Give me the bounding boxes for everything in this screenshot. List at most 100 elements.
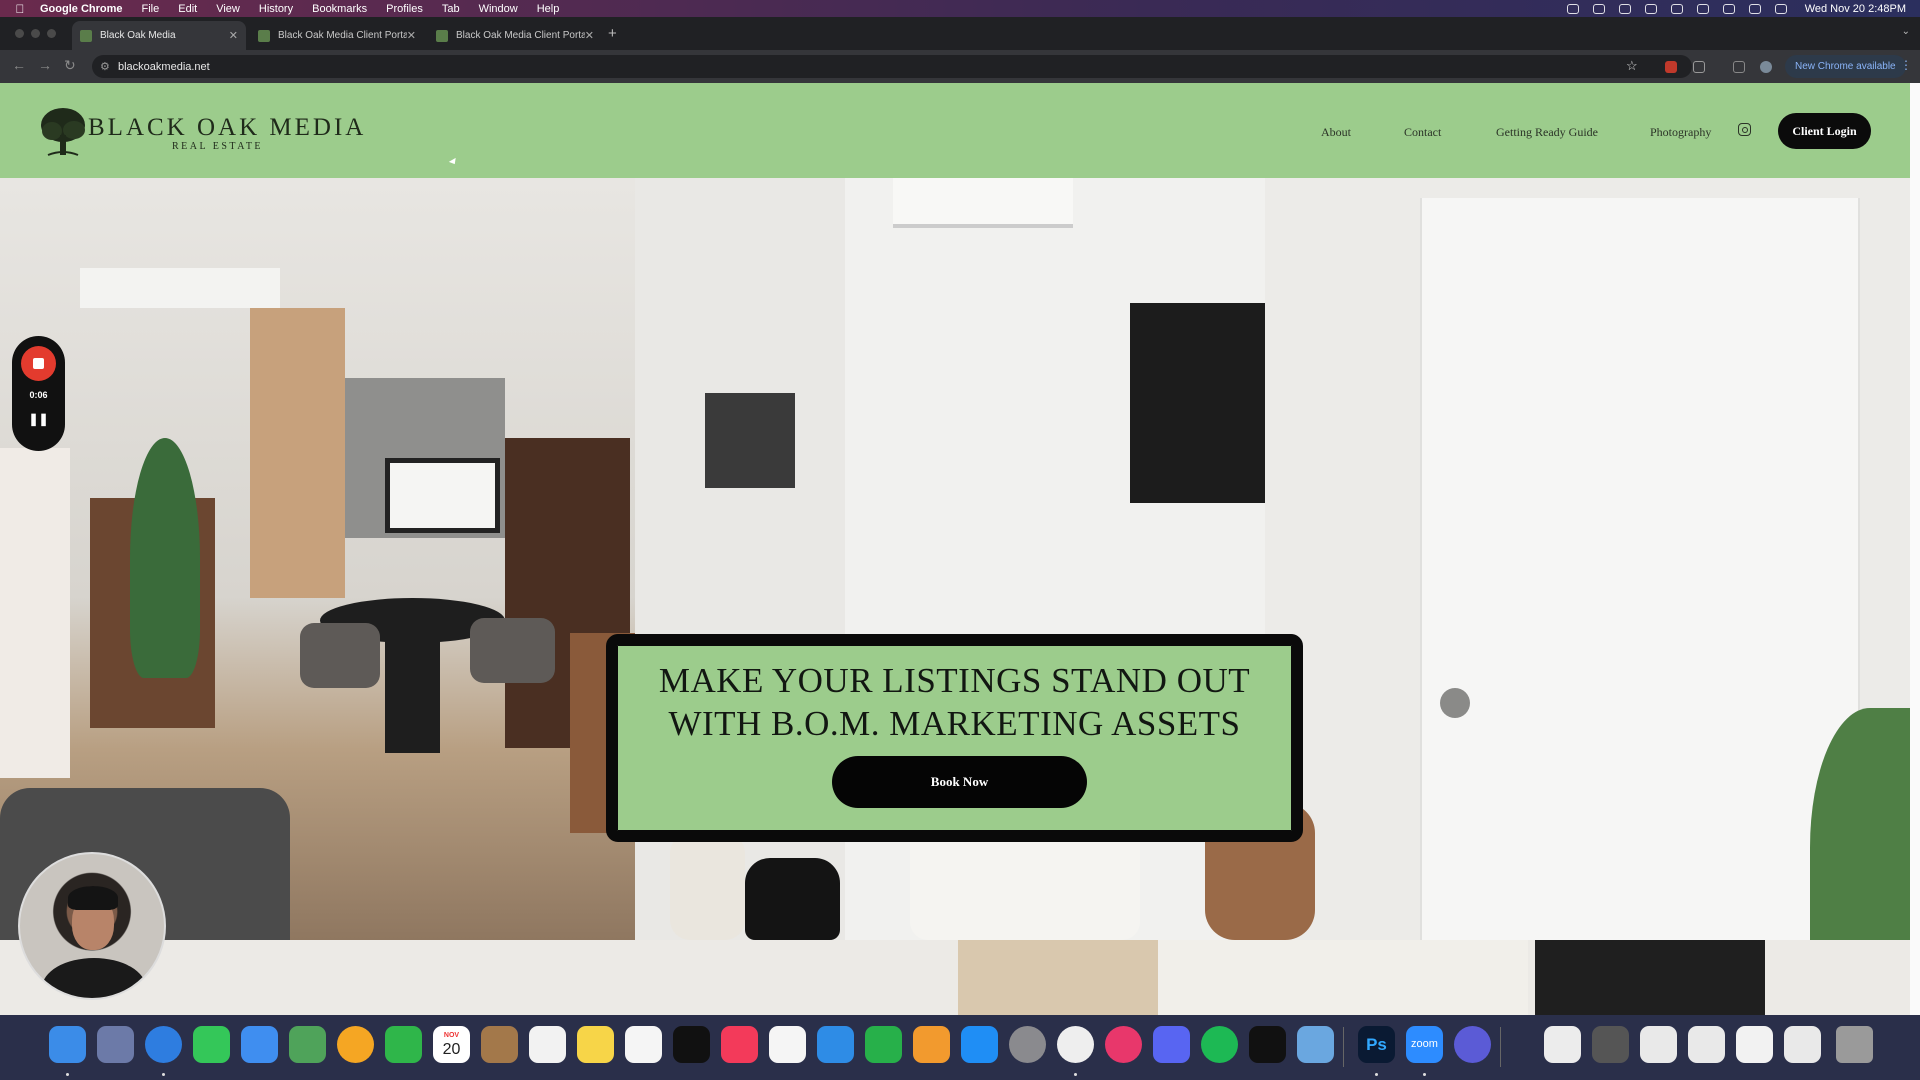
photos-icon[interactable] <box>337 1026 374 1063</box>
window-zoom-button[interactable] <box>47 29 56 38</box>
control-center-icon[interactable] <box>1774 3 1787 14</box>
tab-client-portal-1[interactable]: Black Oak Media Client Portal ✕ <box>250 21 424 50</box>
status-icon-3[interactable] <box>1618 3 1631 14</box>
menu-help[interactable]: Help <box>537 3 560 15</box>
keynote-icon[interactable] <box>817 1026 854 1063</box>
system-settings-icon[interactable] <box>1009 1026 1046 1063</box>
nav-photography[interactable]: Photography <box>1650 125 1711 140</box>
maps-icon[interactable] <box>289 1026 326 1063</box>
recent-window-thumbnail[interactable] <box>1736 1026 1773 1063</box>
status-icon-5[interactable] <box>1670 3 1683 14</box>
chrome-icon[interactable] <box>1057 1026 1094 1063</box>
tab-client-portal-2[interactable]: Black Oak Media Client Portal ✕ <box>428 21 602 50</box>
back-icon[interactable]: ← <box>12 57 26 73</box>
new-tab-button[interactable]: + <box>608 25 617 42</box>
bookmark-star-icon[interactable]: ☆ <box>1626 58 1638 74</box>
tab-search-icon[interactable]: ⌄ <box>1902 26 1910 37</box>
stop-recording-button[interactable] <box>21 346 56 381</box>
forward-icon[interactable]: → <box>38 57 52 73</box>
close-tab-icon[interactable]: ✕ <box>407 29 416 42</box>
close-tab-icon[interactable]: ✕ <box>229 29 238 42</box>
safari-icon[interactable] <box>145 1026 182 1063</box>
client-login-button[interactable]: Client Login <box>1778 113 1871 149</box>
logo-title[interactable]: BLACK OAK MEDIA <box>88 114 366 142</box>
contacts-icon[interactable] <box>481 1026 518 1063</box>
book-now-button[interactable]: Book Now <box>832 756 1087 808</box>
profile-avatar[interactable] <box>1760 61 1772 73</box>
status-icon-1[interactable] <box>1566 3 1579 14</box>
menu-clock[interactable]: Wed Nov 20 2:48PM <box>1805 3 1906 15</box>
nav-getting-ready-guide[interactable]: Getting Ready Guide <box>1496 125 1598 140</box>
music-icon[interactable] <box>721 1026 758 1063</box>
window-close-button[interactable] <box>15 29 24 38</box>
recent-window-thumbnail[interactable] <box>1688 1026 1725 1063</box>
menu-bookmarks[interactable]: Bookmarks <box>312 3 367 15</box>
menu-edit[interactable]: Edit <box>178 3 197 15</box>
tab-black-oak-media[interactable]: Black Oak Media ✕ <box>72 21 246 50</box>
extensions-puzzle-icon[interactable] <box>1693 61 1705 73</box>
launchpad-icon[interactable] <box>97 1026 134 1063</box>
app-icon[interactable] <box>1297 1026 1334 1063</box>
nav-contact[interactable]: Contact <box>1404 125 1441 140</box>
freeform-icon[interactable] <box>625 1026 662 1063</box>
new-chrome-available-button[interactable]: New Chrome available <box>1785 55 1906 78</box>
recent-window-thumbnail[interactable] <box>1592 1026 1629 1063</box>
trash-icon[interactable] <box>1836 1026 1873 1063</box>
notes-icon[interactable] <box>577 1026 614 1063</box>
photoshop-icon[interactable]: Ps <box>1358 1026 1395 1063</box>
recent-window-thumbnail[interactable] <box>1784 1026 1821 1063</box>
menu-profiles[interactable]: Profiles <box>386 3 423 15</box>
instagram-icon[interactable] <box>1738 123 1751 136</box>
menu-view[interactable]: View <box>216 3 240 15</box>
app-icon[interactable] <box>1454 1026 1491 1063</box>
preview-image <box>1535 940 1765 1015</box>
chrome-menu-icon[interactable]: ⋮ <box>1900 58 1912 72</box>
battery-icon[interactable] <box>1696 3 1709 14</box>
webcam-bubble[interactable] <box>18 852 166 1000</box>
running-indicator <box>1074 1073 1077 1076</box>
nav-about[interactable]: About <box>1321 125 1351 140</box>
apple-icon[interactable]:  <box>0 2 40 16</box>
creative-cloud-icon[interactable] <box>1105 1026 1142 1063</box>
numbers-icon[interactable] <box>865 1026 902 1063</box>
search-icon[interactable] <box>1748 3 1761 14</box>
reminders-icon[interactable] <box>529 1026 566 1063</box>
facetime-icon[interactable] <box>385 1026 422 1063</box>
zoom-icon[interactable]: zoom <box>1406 1026 1443 1063</box>
window-minimize-button[interactable] <box>31 29 40 38</box>
table-pedestal <box>385 633 440 753</box>
pages-icon[interactable] <box>913 1026 950 1063</box>
finder-icon[interactable] <box>49 1026 86 1063</box>
menu-history[interactable]: History <box>259 3 293 15</box>
status-icon-4[interactable] <box>1644 3 1657 14</box>
discord-icon[interactable] <box>1153 1026 1190 1063</box>
menu-tab[interactable]: Tab <box>442 3 460 15</box>
url-text[interactable]: blackoakmedia.net <box>118 61 210 73</box>
recent-window-thumbnail[interactable] <box>1544 1026 1581 1063</box>
messages-icon[interactable] <box>193 1026 230 1063</box>
mail-icon[interactable] <box>241 1026 278 1063</box>
white-vase <box>670 833 745 940</box>
spotify-icon[interactable] <box>1201 1026 1238 1063</box>
calendar-icon[interactable]: NOV 20 <box>433 1026 470 1063</box>
pause-recording-icon[interactable]: ❚❚ <box>12 412 65 426</box>
apple-tv-icon[interactable] <box>673 1026 710 1063</box>
app-icon[interactable] <box>1249 1026 1286 1063</box>
menu-window[interactable]: Window <box>479 3 518 15</box>
menu-app-name[interactable]: Google Chrome <box>40 3 123 15</box>
download-icon[interactable] <box>1733 61 1745 73</box>
address-bar[interactable] <box>92 55 1692 78</box>
page-scrollbar[interactable] <box>1910 83 1920 1015</box>
oak-tree-logo-icon[interactable] <box>38 105 88 159</box>
close-tab-icon[interactable]: ✕ <box>585 29 594 42</box>
reload-icon[interactable]: ↻ <box>64 57 76 74</box>
screen-recorder-widget: 0:06 ❚❚ <box>12 336 65 451</box>
menu-file[interactable]: File <box>142 3 160 15</box>
news-icon[interactable] <box>769 1026 806 1063</box>
site-info-icon[interactable]: ⚙ <box>100 60 110 73</box>
recent-window-thumbnail[interactable] <box>1640 1026 1677 1063</box>
extension-icon[interactable] <box>1665 61 1677 73</box>
status-icon-2[interactable] <box>1592 3 1605 14</box>
wifi-icon[interactable] <box>1722 3 1735 14</box>
app-store-icon[interactable] <box>961 1026 998 1063</box>
